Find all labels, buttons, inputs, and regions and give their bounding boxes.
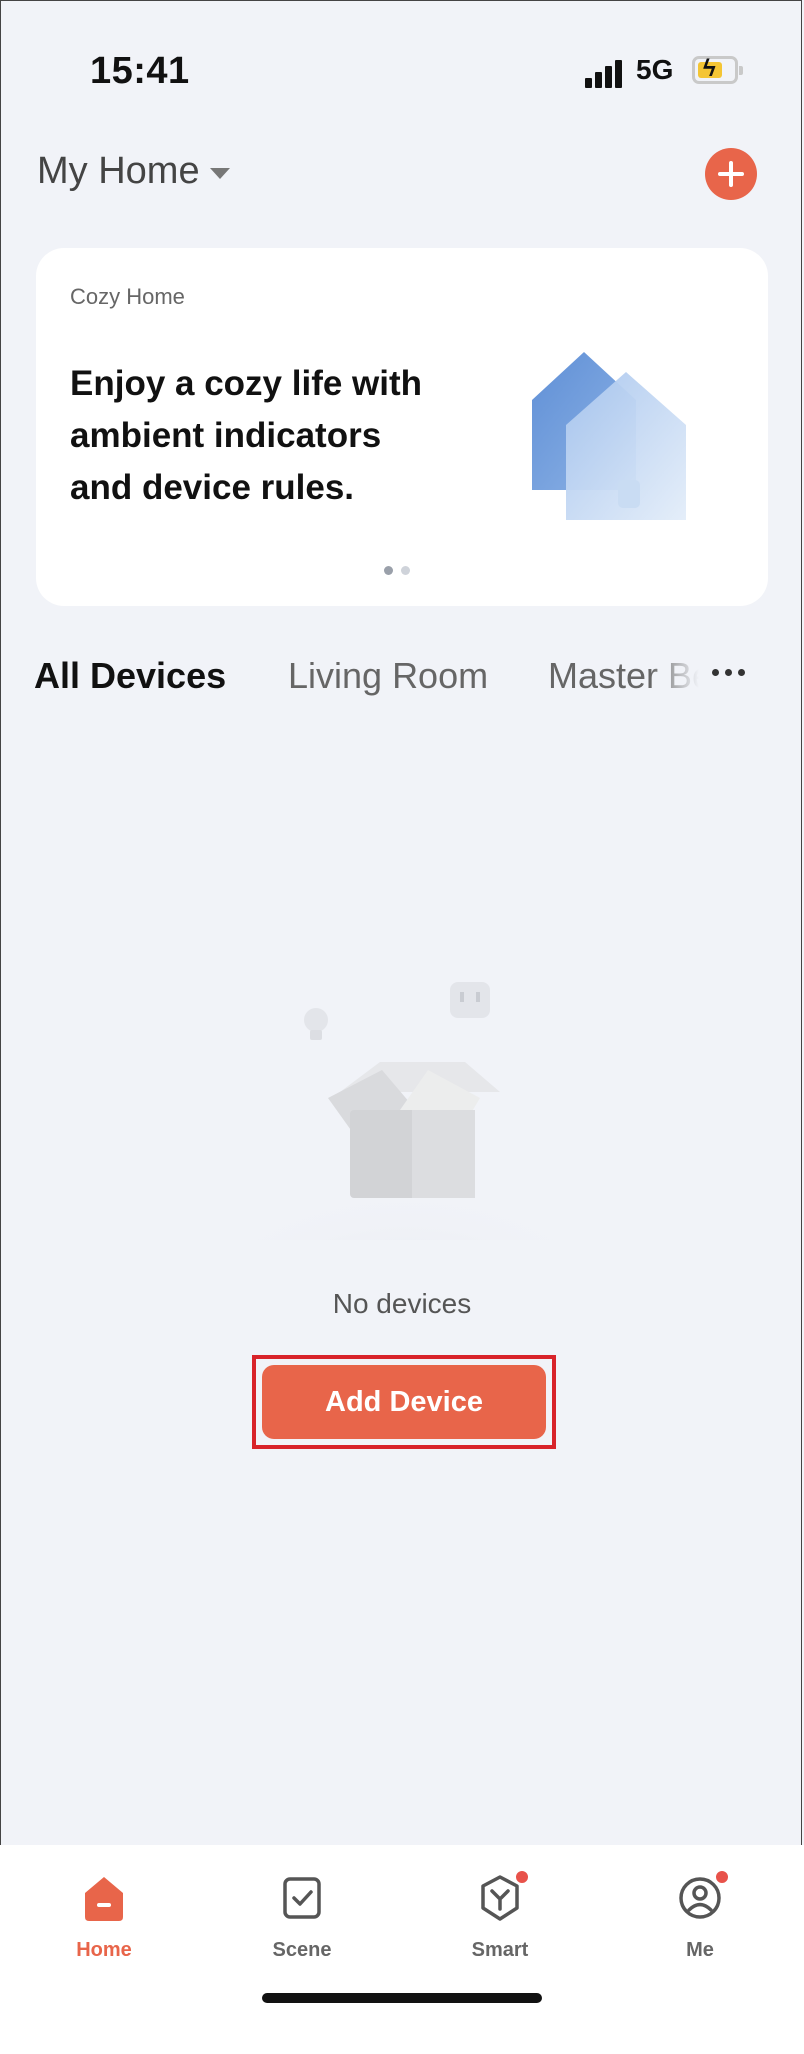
add-device-button[interactable]: Add Device [262, 1365, 546, 1439]
scene-icon [283, 1877, 321, 1919]
house-illustration-icon [532, 352, 686, 520]
more-rooms-icon[interactable] [712, 669, 745, 676]
tabbar-me[interactable]: Me [640, 1869, 760, 1962]
promo-banner[interactable]: Cozy Home Enjoy a cozy life with ambient… [36, 248, 768, 606]
tabbar-home-label: Home [76, 1939, 132, 1961]
me-badge [714, 1869, 730, 1885]
home-selector[interactable]: My Home [37, 150, 230, 193]
battery-icon: ϟ [692, 56, 743, 84]
home-indicator [262, 1993, 542, 2003]
tabbar-smart-label: Smart [471, 1939, 529, 1961]
status-bar: 15:41 5G ϟ [0, 0, 804, 140]
banner-headline: Enjoy a cozy life with ambient indicator… [70, 364, 423, 507]
home-icon [85, 1877, 123, 1921]
tabbar-scene[interactable]: Scene [242, 1871, 362, 1962]
tab-living-room[interactable]: Living Room [288, 655, 488, 697]
highlight-box: Add Device [252, 1355, 556, 1449]
bottom-tab-bar: Home Scene Smart Me [0, 1845, 804, 2054]
signal-strength-icon [585, 58, 625, 88]
pagination-dot [401, 566, 410, 575]
banner-pagination [384, 566, 410, 575]
empty-state-message: No devices [332, 1288, 472, 1319]
tabbar-home[interactable]: Home [44, 1871, 164, 1962]
tabbar-scene-label: Scene [272, 1939, 332, 1961]
pagination-dot [384, 566, 393, 575]
tabbar-smart[interactable]: Smart [440, 1869, 560, 1962]
status-time: 15:41 [90, 50, 190, 92]
empty-box-illustration-icon [255, 982, 555, 1240]
caret-down-icon [209, 168, 230, 179]
room-tabs: All Devices Living Room Master Be [0, 655, 804, 715]
add-icon-button[interactable] [705, 148, 757, 200]
network-type: 5G [636, 54, 674, 85]
tabbar-me-label: Me [686, 1939, 714, 1961]
banner-kicker: Cozy Home [70, 284, 185, 309]
smart-badge [514, 1869, 530, 1885]
tab-all-devices[interactable]: All Devices [34, 655, 226, 697]
home-name: My Home [37, 150, 200, 192]
tab-fade [650, 655, 720, 715]
